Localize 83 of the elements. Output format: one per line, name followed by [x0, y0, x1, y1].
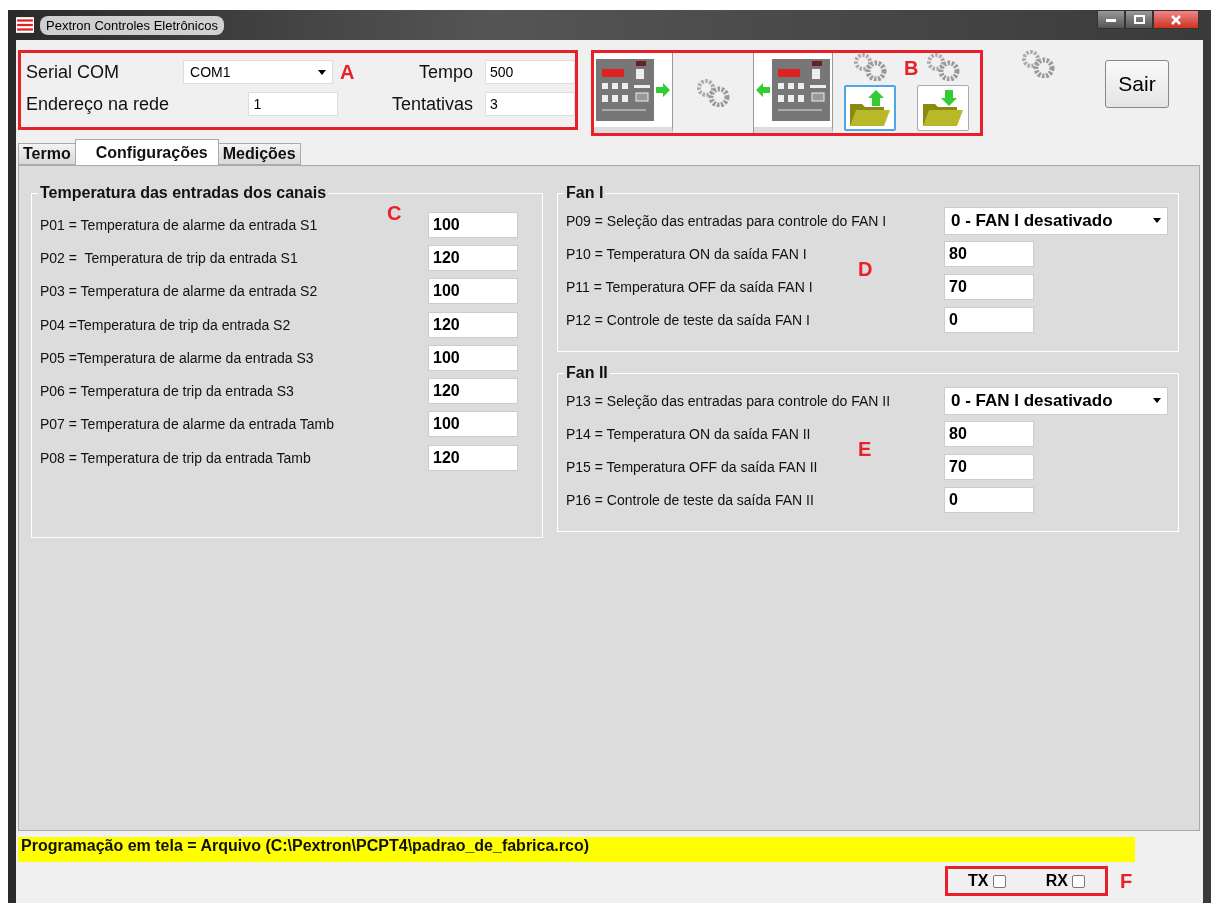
close-button[interactable]	[1153, 10, 1199, 29]
status-message: Programação em tela = Arquivo (C:\Pextron\PCPT4\padrao_de_fabrica.rco)	[18, 837, 1135, 862]
parameter-label: P16 = Controle de teste da saída FAN II	[566, 491, 815, 508]
input-field[interactable]: 120	[428, 444, 518, 471]
checkbox[interactable]	[992, 874, 1006, 888]
dropdown[interactable]: 0 - FAN I desativado	[944, 206, 1168, 235]
arrow-right-icon	[656, 82, 671, 98]
input-field[interactable]: 100	[428, 278, 518, 305]
group-title: Fan I	[565, 184, 605, 202]
field-label: Tempo	[417, 61, 474, 83]
parameter-label: P04 =Temperatura de trip da entrada S2	[40, 316, 292, 333]
field-label: Tentativas	[390, 93, 474, 115]
gears-icon	[696, 79, 731, 107]
parameter-label: P03 = Temperatura de alarme da entrada S2	[40, 283, 319, 300]
annotation-letter: C	[387, 202, 402, 225]
exit-button[interactable]: Sair	[1105, 60, 1169, 108]
indicator-label: RX	[1045, 872, 1068, 890]
annotation-letter: B	[904, 57, 919, 80]
serial-com-dropdown[interactable]: COM1	[183, 60, 333, 84]
tab[interactable]: Configurações	[74, 139, 219, 165]
parameter-label: P13 = Seleção das entradas para controle do FAN II	[566, 392, 892, 409]
parameter-label: P15 = Temperatura OFF da saída FAN II	[566, 458, 819, 475]
input-field[interactable]: 80	[944, 240, 1034, 267]
app-logo-icon	[16, 17, 34, 33]
input-field[interactable]: 0	[944, 486, 1034, 513]
minimize-icon	[1106, 17, 1116, 22]
close-icon	[1170, 14, 1182, 25]
parameter-label: P07 = Temperatura de alarme da entrada Tamb	[40, 416, 336, 433]
maximize-icon	[1133, 15, 1145, 24]
input-field[interactable]: 100	[428, 344, 518, 371]
input-field[interactable]: 1	[248, 92, 339, 116]
caret-icon	[1153, 398, 1161, 403]
parameter-label: P01 = Temperatura de alarme da entrada S1	[40, 216, 319, 233]
parameter-label: P09 = Seleção das entradas para controle do FAN I	[566, 212, 888, 229]
folder-button[interactable]	[843, 85, 896, 131]
parameter-label: P06 = Temperatura de trip da entrada S3	[40, 383, 295, 400]
caret-icon	[318, 69, 326, 75]
controller-panel-icon	[596, 59, 655, 121]
controller-panel-icon	[771, 59, 830, 121]
input-field[interactable]: 0	[944, 306, 1034, 333]
device-transfer-button[interactable]	[594, 53, 674, 133]
input-field[interactable]: 120	[428, 244, 518, 271]
input-field[interactable]: 500	[485, 60, 575, 84]
folder-button[interactable]	[917, 85, 970, 131]
parameter-label: P10 = Temperatura ON da saída FAN I	[566, 245, 808, 262]
parameter-label: P02 = Temperatura de trip da entrada S1	[40, 249, 299, 266]
device-transfer-button[interactable]	[753, 53, 834, 133]
tab[interactable]: Termo	[18, 143, 76, 165]
group-title: Fan II	[565, 364, 609, 382]
parameter-label: P12 = Controle de teste da saída FAN I	[566, 311, 811, 328]
annotation-letter: A	[339, 60, 356, 84]
gears-icon	[852, 53, 887, 81]
parameter-label: P11 = Temperatura OFF da saída FAN I	[566, 278, 814, 295]
field-label: Serial COM	[26, 61, 120, 83]
window-title: Pextron Controles Eletrônicos	[40, 15, 224, 35]
minimize-button[interactable]	[1097, 10, 1125, 29]
maximize-button[interactable]	[1125, 10, 1153, 29]
annotation-letter: F	[1120, 869, 1133, 893]
caret-icon	[1153, 218, 1161, 223]
gears-icon	[926, 53, 961, 81]
group-title: Temperatura das entradas dos canais	[39, 184, 328, 202]
input-field[interactable]: 120	[428, 378, 518, 405]
parameter-label: P05 =Temperatura de alarme da entrada S3	[40, 349, 315, 366]
input-field[interactable]: 80	[944, 420, 1034, 447]
checkbox[interactable]	[1071, 874, 1085, 888]
field-label: Endereço na rede	[26, 93, 171, 115]
gears-icon	[1021, 50, 1055, 78]
input-field[interactable]: 100	[428, 211, 518, 238]
folder-download-icon	[921, 88, 966, 128]
annotation-letter: D	[858, 258, 873, 281]
folder-upload-icon	[847, 88, 892, 128]
input-field[interactable]: 120	[428, 311, 518, 338]
dropdown[interactable]: 0 - FAN I desativado	[944, 386, 1168, 415]
input-field[interactable]: 70	[944, 273, 1034, 300]
annotation-letter: E	[858, 438, 872, 461]
parameter-label: P14 = Temperatura ON da saída FAN II	[566, 425, 812, 442]
tab[interactable]: Medições	[217, 143, 301, 165]
input-field[interactable]: 100	[428, 411, 518, 438]
parameter-label: P08 = Temperatura de trip da entrada Tamb	[40, 449, 312, 466]
arrow-left-icon	[755, 82, 770, 98]
input-field[interactable]: 70	[944, 453, 1034, 480]
input-field[interactable]: 3	[485, 92, 575, 116]
indicator-label: TX	[968, 872, 989, 890]
